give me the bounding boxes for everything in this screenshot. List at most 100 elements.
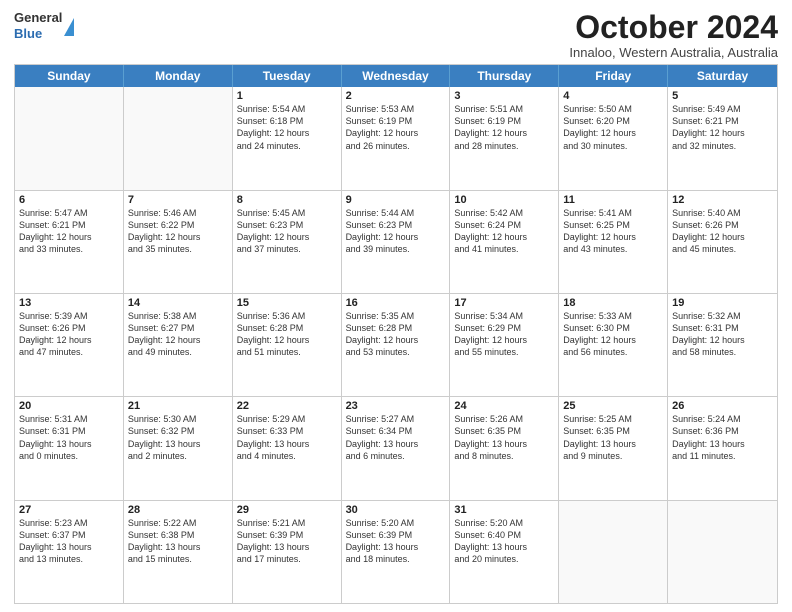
calendar-cell-28: 28Sunrise: 5:22 AM Sunset: 6:38 PM Dayli…: [124, 501, 233, 603]
day-number: 23: [346, 400, 446, 412]
cell-sunrise-sunset: Sunrise: 5:36 AM Sunset: 6:28 PM Dayligh…: [237, 310, 337, 359]
day-number: 3: [454, 90, 554, 102]
day-number: 1: [237, 90, 337, 102]
cell-sunrise-sunset: Sunrise: 5:30 AM Sunset: 6:32 PM Dayligh…: [128, 413, 228, 462]
cell-sunrise-sunset: Sunrise: 5:49 AM Sunset: 6:21 PM Dayligh…: [672, 103, 773, 152]
cell-sunrise-sunset: Sunrise: 5:54 AM Sunset: 6:18 PM Dayligh…: [237, 103, 337, 152]
calendar-cell-1: 1Sunrise: 5:54 AM Sunset: 6:18 PM Daylig…: [233, 87, 342, 189]
day-number: 20: [19, 400, 119, 412]
calendar-header: SundayMondayTuesdayWednesdayThursdayFrid…: [15, 65, 777, 87]
cell-sunrise-sunset: Sunrise: 5:42 AM Sunset: 6:24 PM Dayligh…: [454, 207, 554, 256]
day-number: 13: [19, 297, 119, 309]
cell-sunrise-sunset: Sunrise: 5:51 AM Sunset: 6:19 PM Dayligh…: [454, 103, 554, 152]
cell-sunrise-sunset: Sunrise: 5:45 AM Sunset: 6:23 PM Dayligh…: [237, 207, 337, 256]
header-day-saturday: Saturday: [668, 65, 777, 87]
calendar-cell-18: 18Sunrise: 5:33 AM Sunset: 6:30 PM Dayli…: [559, 294, 668, 396]
calendar-cell-empty-0-1: [124, 87, 233, 189]
calendar-cell-8: 8Sunrise: 5:45 AM Sunset: 6:23 PM Daylig…: [233, 191, 342, 293]
day-number: 27: [19, 504, 119, 516]
calendar-cell-25: 25Sunrise: 5:25 AM Sunset: 6:35 PM Dayli…: [559, 397, 668, 499]
header-day-monday: Monday: [124, 65, 233, 87]
cell-sunrise-sunset: Sunrise: 5:47 AM Sunset: 6:21 PM Dayligh…: [19, 207, 119, 256]
day-number: 16: [346, 297, 446, 309]
day-number: 18: [563, 297, 663, 309]
calendar-cell-23: 23Sunrise: 5:27 AM Sunset: 6:34 PM Dayli…: [342, 397, 451, 499]
day-number: 17: [454, 297, 554, 309]
day-number: 7: [128, 194, 228, 206]
day-number: 12: [672, 194, 773, 206]
calendar-cell-11: 11Sunrise: 5:41 AM Sunset: 6:25 PM Dayli…: [559, 191, 668, 293]
cell-sunrise-sunset: Sunrise: 5:29 AM Sunset: 6:33 PM Dayligh…: [237, 413, 337, 462]
day-number: 11: [563, 194, 663, 206]
cell-sunrise-sunset: Sunrise: 5:34 AM Sunset: 6:29 PM Dayligh…: [454, 310, 554, 359]
page: General Blue October 2024 Innaloo, Weste…: [0, 0, 792, 612]
calendar-cell-10: 10Sunrise: 5:42 AM Sunset: 6:24 PM Dayli…: [450, 191, 559, 293]
calendar-cell-13: 13Sunrise: 5:39 AM Sunset: 6:26 PM Dayli…: [15, 294, 124, 396]
calendar-cell-17: 17Sunrise: 5:34 AM Sunset: 6:29 PM Dayli…: [450, 294, 559, 396]
calendar-cell-21: 21Sunrise: 5:30 AM Sunset: 6:32 PM Dayli…: [124, 397, 233, 499]
header: General Blue October 2024 Innaloo, Weste…: [14, 10, 778, 60]
day-number: 24: [454, 400, 554, 412]
logo: General Blue: [14, 10, 74, 41]
calendar-row-2: 13Sunrise: 5:39 AM Sunset: 6:26 PM Dayli…: [15, 293, 777, 396]
calendar-cell-22: 22Sunrise: 5:29 AM Sunset: 6:33 PM Dayli…: [233, 397, 342, 499]
calendar-cell-2: 2Sunrise: 5:53 AM Sunset: 6:19 PM Daylig…: [342, 87, 451, 189]
calendar-body: 1Sunrise: 5:54 AM Sunset: 6:18 PM Daylig…: [15, 87, 777, 603]
cell-sunrise-sunset: Sunrise: 5:35 AM Sunset: 6:28 PM Dayligh…: [346, 310, 446, 359]
day-number: 31: [454, 504, 554, 516]
calendar-cell-9: 9Sunrise: 5:44 AM Sunset: 6:23 PM Daylig…: [342, 191, 451, 293]
cell-sunrise-sunset: Sunrise: 5:21 AM Sunset: 6:39 PM Dayligh…: [237, 517, 337, 566]
logo-blue: Blue: [14, 26, 62, 42]
location: Innaloo, Western Australia, Australia: [569, 45, 778, 60]
calendar-row-3: 20Sunrise: 5:31 AM Sunset: 6:31 PM Dayli…: [15, 396, 777, 499]
calendar-row-0: 1Sunrise: 5:54 AM Sunset: 6:18 PM Daylig…: [15, 87, 777, 189]
cell-sunrise-sunset: Sunrise: 5:46 AM Sunset: 6:22 PM Dayligh…: [128, 207, 228, 256]
calendar-cell-empty-4-5: [559, 501, 668, 603]
day-number: 10: [454, 194, 554, 206]
day-number: 22: [237, 400, 337, 412]
calendar-cell-empty-4-6: [668, 501, 777, 603]
day-number: 26: [672, 400, 773, 412]
calendar-cell-4: 4Sunrise: 5:50 AM Sunset: 6:20 PM Daylig…: [559, 87, 668, 189]
cell-sunrise-sunset: Sunrise: 5:23 AM Sunset: 6:37 PM Dayligh…: [19, 517, 119, 566]
day-number: 5: [672, 90, 773, 102]
calendar-cell-30: 30Sunrise: 5:20 AM Sunset: 6:39 PM Dayli…: [342, 501, 451, 603]
calendar-row-1: 6Sunrise: 5:47 AM Sunset: 6:21 PM Daylig…: [15, 190, 777, 293]
day-number: 2: [346, 90, 446, 102]
calendar-cell-3: 3Sunrise: 5:51 AM Sunset: 6:19 PM Daylig…: [450, 87, 559, 189]
calendar: SundayMondayTuesdayWednesdayThursdayFrid…: [14, 64, 778, 604]
day-number: 29: [237, 504, 337, 516]
calendar-cell-31: 31Sunrise: 5:20 AM Sunset: 6:40 PM Dayli…: [450, 501, 559, 603]
day-number: 21: [128, 400, 228, 412]
day-number: 25: [563, 400, 663, 412]
cell-sunrise-sunset: Sunrise: 5:25 AM Sunset: 6:35 PM Dayligh…: [563, 413, 663, 462]
header-day-tuesday: Tuesday: [233, 65, 342, 87]
day-number: 4: [563, 90, 663, 102]
cell-sunrise-sunset: Sunrise: 5:24 AM Sunset: 6:36 PM Dayligh…: [672, 413, 773, 462]
header-day-friday: Friday: [559, 65, 668, 87]
day-number: 14: [128, 297, 228, 309]
cell-sunrise-sunset: Sunrise: 5:33 AM Sunset: 6:30 PM Dayligh…: [563, 310, 663, 359]
day-number: 19: [672, 297, 773, 309]
calendar-cell-15: 15Sunrise: 5:36 AM Sunset: 6:28 PM Dayli…: [233, 294, 342, 396]
cell-sunrise-sunset: Sunrise: 5:32 AM Sunset: 6:31 PM Dayligh…: [672, 310, 773, 359]
cell-sunrise-sunset: Sunrise: 5:27 AM Sunset: 6:34 PM Dayligh…: [346, 413, 446, 462]
calendar-cell-27: 27Sunrise: 5:23 AM Sunset: 6:37 PM Dayli…: [15, 501, 124, 603]
calendar-cell-14: 14Sunrise: 5:38 AM Sunset: 6:27 PM Dayli…: [124, 294, 233, 396]
logo-text: General Blue: [14, 10, 62, 41]
calendar-cell-7: 7Sunrise: 5:46 AM Sunset: 6:22 PM Daylig…: [124, 191, 233, 293]
calendar-cell-16: 16Sunrise: 5:35 AM Sunset: 6:28 PM Dayli…: [342, 294, 451, 396]
day-number: 15: [237, 297, 337, 309]
cell-sunrise-sunset: Sunrise: 5:41 AM Sunset: 6:25 PM Dayligh…: [563, 207, 663, 256]
calendar-cell-19: 19Sunrise: 5:32 AM Sunset: 6:31 PM Dayli…: [668, 294, 777, 396]
logo-triangle-icon: [64, 18, 74, 36]
cell-sunrise-sunset: Sunrise: 5:20 AM Sunset: 6:39 PM Dayligh…: [346, 517, 446, 566]
cell-sunrise-sunset: Sunrise: 5:53 AM Sunset: 6:19 PM Dayligh…: [346, 103, 446, 152]
header-day-sunday: Sunday: [15, 65, 124, 87]
header-day-thursday: Thursday: [450, 65, 559, 87]
day-number: 6: [19, 194, 119, 206]
cell-sunrise-sunset: Sunrise: 5:22 AM Sunset: 6:38 PM Dayligh…: [128, 517, 228, 566]
calendar-cell-26: 26Sunrise: 5:24 AM Sunset: 6:36 PM Dayli…: [668, 397, 777, 499]
calendar-cell-5: 5Sunrise: 5:49 AM Sunset: 6:21 PM Daylig…: [668, 87, 777, 189]
day-number: 30: [346, 504, 446, 516]
